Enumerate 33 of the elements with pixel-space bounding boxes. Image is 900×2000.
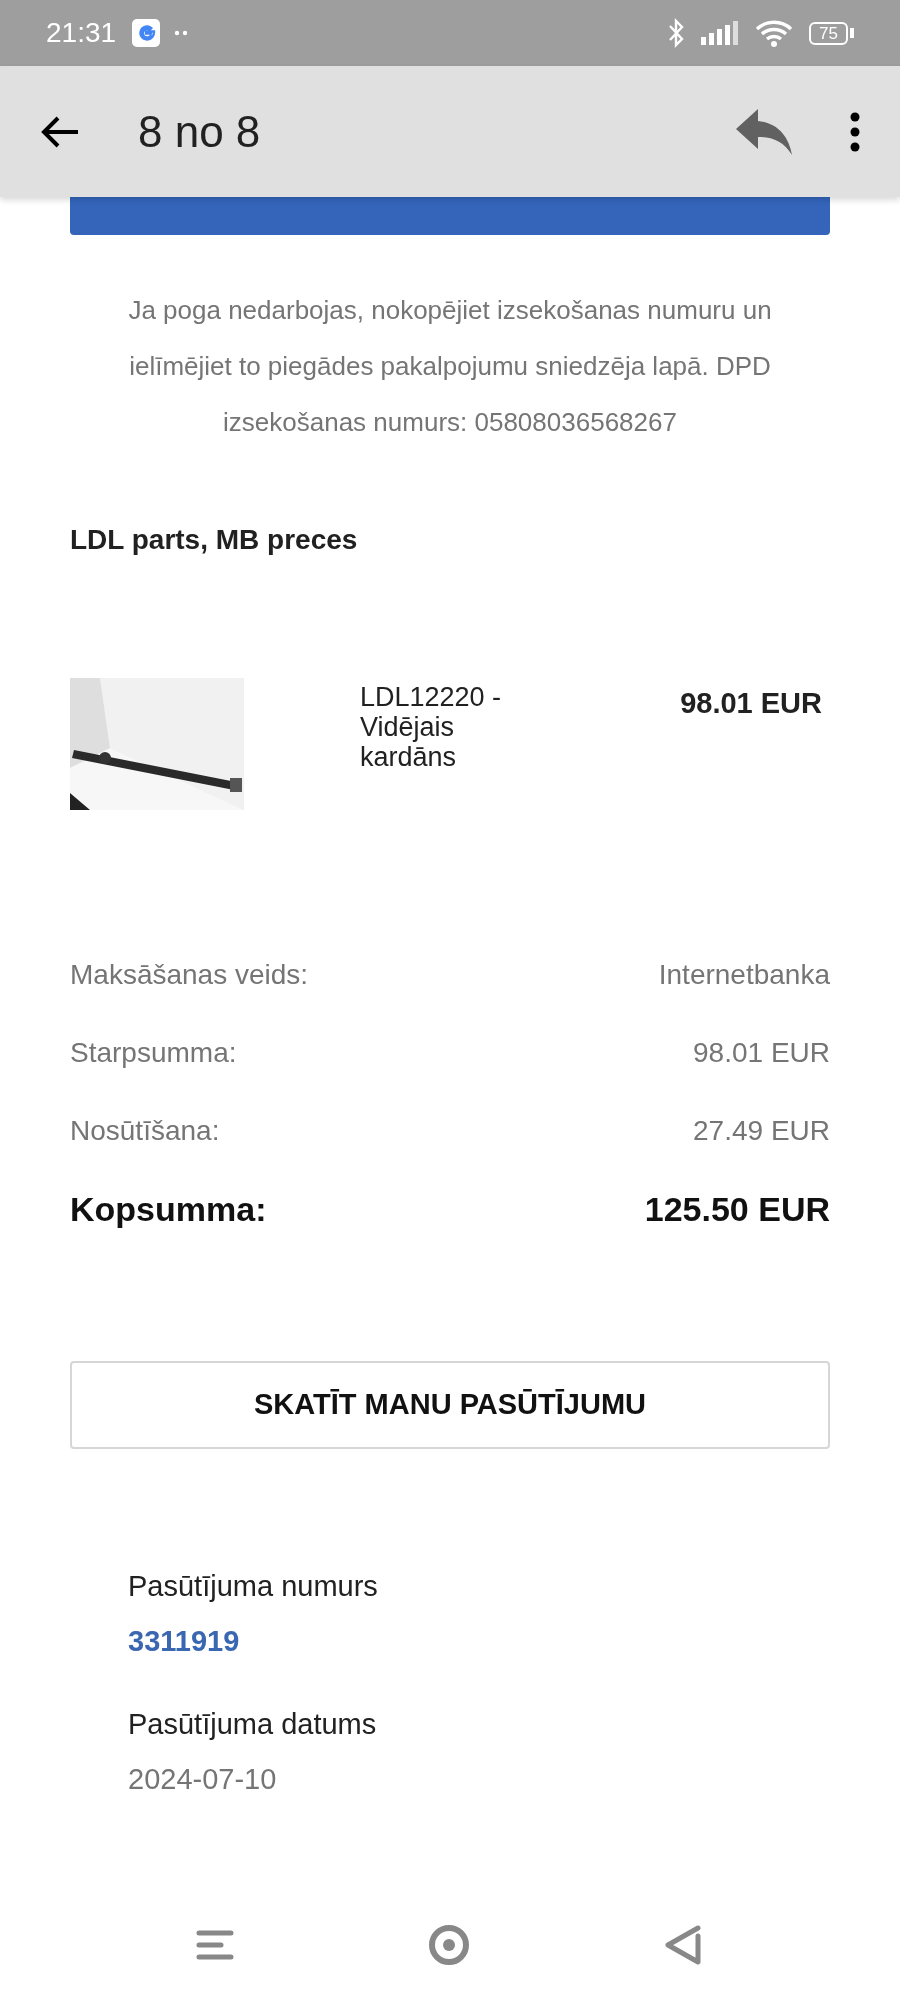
reply-icon[interactable] — [736, 108, 792, 155]
order-info-label: Pasūtījuma numurs — [128, 1569, 379, 1604]
recent-apps-icon[interactable] — [196, 1929, 234, 1961]
clock-time: 21:31 — [46, 16, 117, 50]
summary-label: Starpsumma: — [70, 1036, 237, 1070]
shop-name: LDL parts, MB preces — [70, 523, 359, 557]
signal-icon — [701, 21, 740, 45]
back-icon[interactable] — [40, 114, 80, 149]
screen-title: 8 no 8 — [138, 105, 261, 158]
battery-tip — [850, 28, 854, 38]
summary-label: Maksāšanas veids: — [70, 958, 309, 992]
more-notifications-icon — [174, 30, 189, 36]
product-price: 98.01 EUR — [680, 686, 822, 721]
wifi-icon — [755, 18, 794, 48]
more-options-icon[interactable] — [850, 111, 860, 152]
tracking-note: Ja poga nedarbojas, nokopējiet izsekošanas numuru un ielīmējiet to piegādes pakalpojumu sniedzēja lapā. DPD izsekošanas numurs: 05808036568267 — [127, 294, 773, 439]
summary-value: Internetbanka — [658, 958, 830, 992]
summary-value: 125.50 EUR — [644, 1188, 830, 1230]
track-order-button[interactable] — [70, 197, 830, 235]
summary-value: 27.49 EUR — [693, 1114, 830, 1148]
product-name: LDL12220 - Vidējais kardāns — [360, 682, 503, 772]
battery-level: 75 — [809, 21, 848, 45]
summary-value: 98.01 EUR — [693, 1036, 830, 1070]
back-nav-icon[interactable] — [664, 1924, 704, 1966]
summary-label: Kopsumma: — [70, 1188, 267, 1230]
order-info-label: Pasūtījuma datums — [128, 1707, 378, 1742]
summary-label: Nosūtīšana: — [70, 1114, 220, 1148]
bluetooth-icon — [667, 18, 686, 48]
order-info-value: 2024-07-10 — [128, 1762, 278, 1797]
order-number-link[interactable]: 3311919 — [128, 1621, 772, 1661]
home-icon[interactable] — [428, 1924, 470, 1966]
view-order-button[interactable]: SKATĪT MANU PASŪTĪJUMU — [70, 1361, 830, 1449]
google-icon — [132, 19, 161, 47]
